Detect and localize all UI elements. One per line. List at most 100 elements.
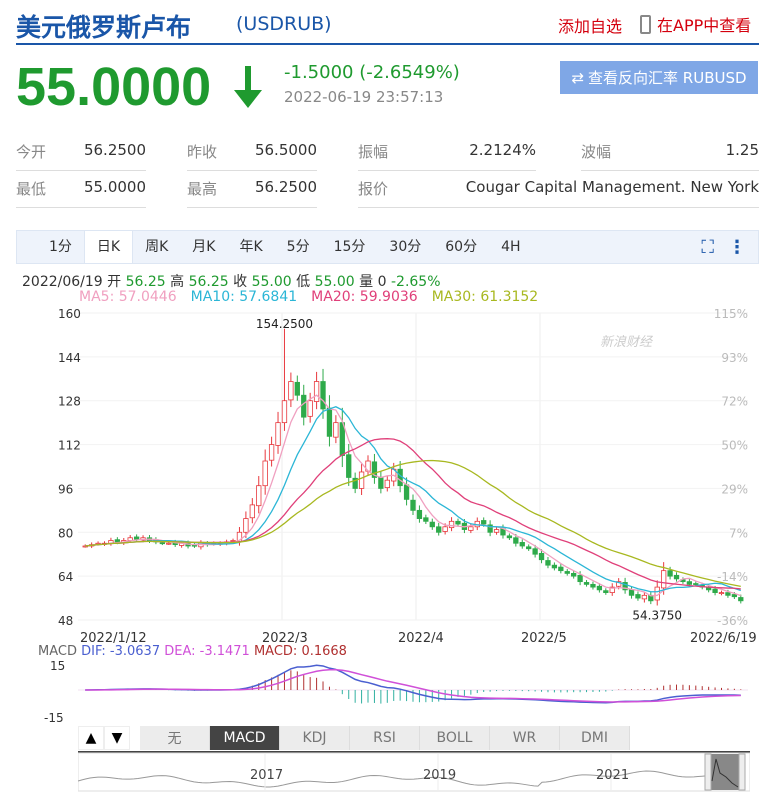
candle [673,574,680,580]
y-tick-label: 112 [58,439,81,453]
candle [635,594,641,599]
tab-daily[interactable]: 日K [83,231,134,263]
stat-value: 56.2500 [254,178,317,196]
candle [513,537,519,544]
candle [410,499,416,511]
macd-y-tick: -15 [44,711,64,725]
candle [667,570,673,577]
indicator-none[interactable]: 无 [140,726,210,750]
min-label: 54.3750 [632,608,682,622]
indicator-tabs: ▲ ▼ 无 MACD KDJ RSI BOLL WR DMI [78,726,748,750]
candle [577,574,583,583]
candle [526,546,532,550]
tab-30min[interactable]: 30分 [377,231,433,263]
x-tick-label: 2022/6/19 [690,631,757,646]
close-value: 55.00 [251,274,292,290]
indicator-kdj[interactable]: KDJ [280,726,350,750]
quote-time: 2022-06-19 23:57:13 [284,88,444,106]
stat-label: 今开 [16,143,47,161]
candle [403,484,410,500]
down-arrow-icon [234,66,262,108]
page-title: 美元俄罗斯卢布 [16,13,192,42]
stat-high: 最高 56.2500 [187,178,317,208]
navigator-year: 2021 [596,768,629,783]
indicator-rsi[interactable]: RSI [350,726,420,750]
candle [603,590,609,593]
y-tick-label: 144 [58,351,81,365]
fullscreen-icon[interactable]: ⛶ [701,237,714,258]
candle [545,560,551,566]
navigator-right-handle [738,753,746,791]
right-tick-label: 72% [721,395,748,409]
right-tick-label: 29% [721,482,748,496]
navigator-year: 2019 [423,768,456,783]
open-app-link[interactable]: 在APP中查看 [640,12,751,36]
candle [661,570,667,589]
ma30-line [85,459,741,587]
indicator-dmi[interactable]: DMI [560,726,630,750]
add-watchlist-link[interactable]: 添加自选 [558,13,622,37]
stat-open: 今开 56.2500 [16,141,146,171]
candle [378,477,384,489]
navigator-year: 2017 [250,768,283,783]
tab-monthly[interactable]: 月K [180,231,227,263]
candle [551,564,558,569]
stat-value: 55.0000 [83,178,146,196]
close-label: 收 [233,274,248,290]
tab-5min[interactable]: 5分 [275,231,322,263]
reverse-rate-button[interactable]: ⇄ 查看反向汇率 RUBUSD [560,61,758,94]
open-app-label: 在APP中查看 [657,16,752,35]
candle [628,589,635,596]
y-tick-label: 80 [58,526,73,540]
candle [455,520,461,525]
stat-label: 最低 [16,180,47,198]
stat-label: 振幅 [358,143,389,161]
right-tick-label: 7% [729,526,748,540]
candle [416,509,423,519]
stat-value: Cougar Capital Management. New York [465,178,759,196]
tab-15min[interactable]: 15分 [322,231,378,263]
indicator-boll[interactable]: BOLL [420,726,490,750]
candle [436,526,442,533]
candle [294,381,300,396]
tab-weekly[interactable]: 周K [133,231,180,263]
candle [571,573,577,577]
candle [133,536,140,540]
price-change: -1.5000 (-2.6549%) [284,62,460,83]
candlestick-chart[interactable]: 160 115%144 93%128 72%112 50%96 29%80 7%64 -14%… [0,300,784,730]
up-arrow-button[interactable]: ▲ [78,726,104,750]
open-value: 56.25 [125,274,166,290]
tab-1min[interactable]: 1分 [37,231,84,263]
ohlc-date: 2022/06/19 [22,274,103,290]
down-arrow-button[interactable]: ▼ [104,726,130,750]
current-price: 55.0000 [16,57,212,117]
tab-yearly[interactable]: 年K [227,231,274,263]
more-icon[interactable]: ⋮ [728,237,746,258]
low-value: 55.00 [314,274,355,290]
stat-label: 昨收 [187,143,218,161]
right-tick-label: -36% [717,614,748,628]
navigator-left-handle [704,753,712,791]
max-label: 154.2500 [256,317,313,331]
candle [468,526,474,531]
x-tick-label: 2022/4 [398,631,444,646]
indicator-wr[interactable]: WR [490,726,560,750]
candle [718,592,725,594]
tab-60min[interactable]: 60分 [433,231,489,263]
tab-4h[interactable]: 4H [489,231,532,263]
candle [326,407,333,437]
high-value: 56.25 [188,274,229,290]
candle [249,504,255,519]
indicator-macd[interactable]: MACD [210,726,280,750]
candle [301,394,307,418]
candle [686,581,693,585]
range-navigator[interactable]: 2017 2019 2021 [78,751,750,793]
candle [281,400,288,424]
stat-label: 报价 [358,180,389,198]
candle [159,542,165,545]
candle [191,544,198,547]
period-tabs: 1分 日K 周K 月K 年K 5分 15分 30分 60分 4H ⛶ ⋮ [16,230,759,264]
high-label: 高 [170,274,185,290]
candle [268,444,275,461]
y-tick-label: 160 [58,307,81,321]
